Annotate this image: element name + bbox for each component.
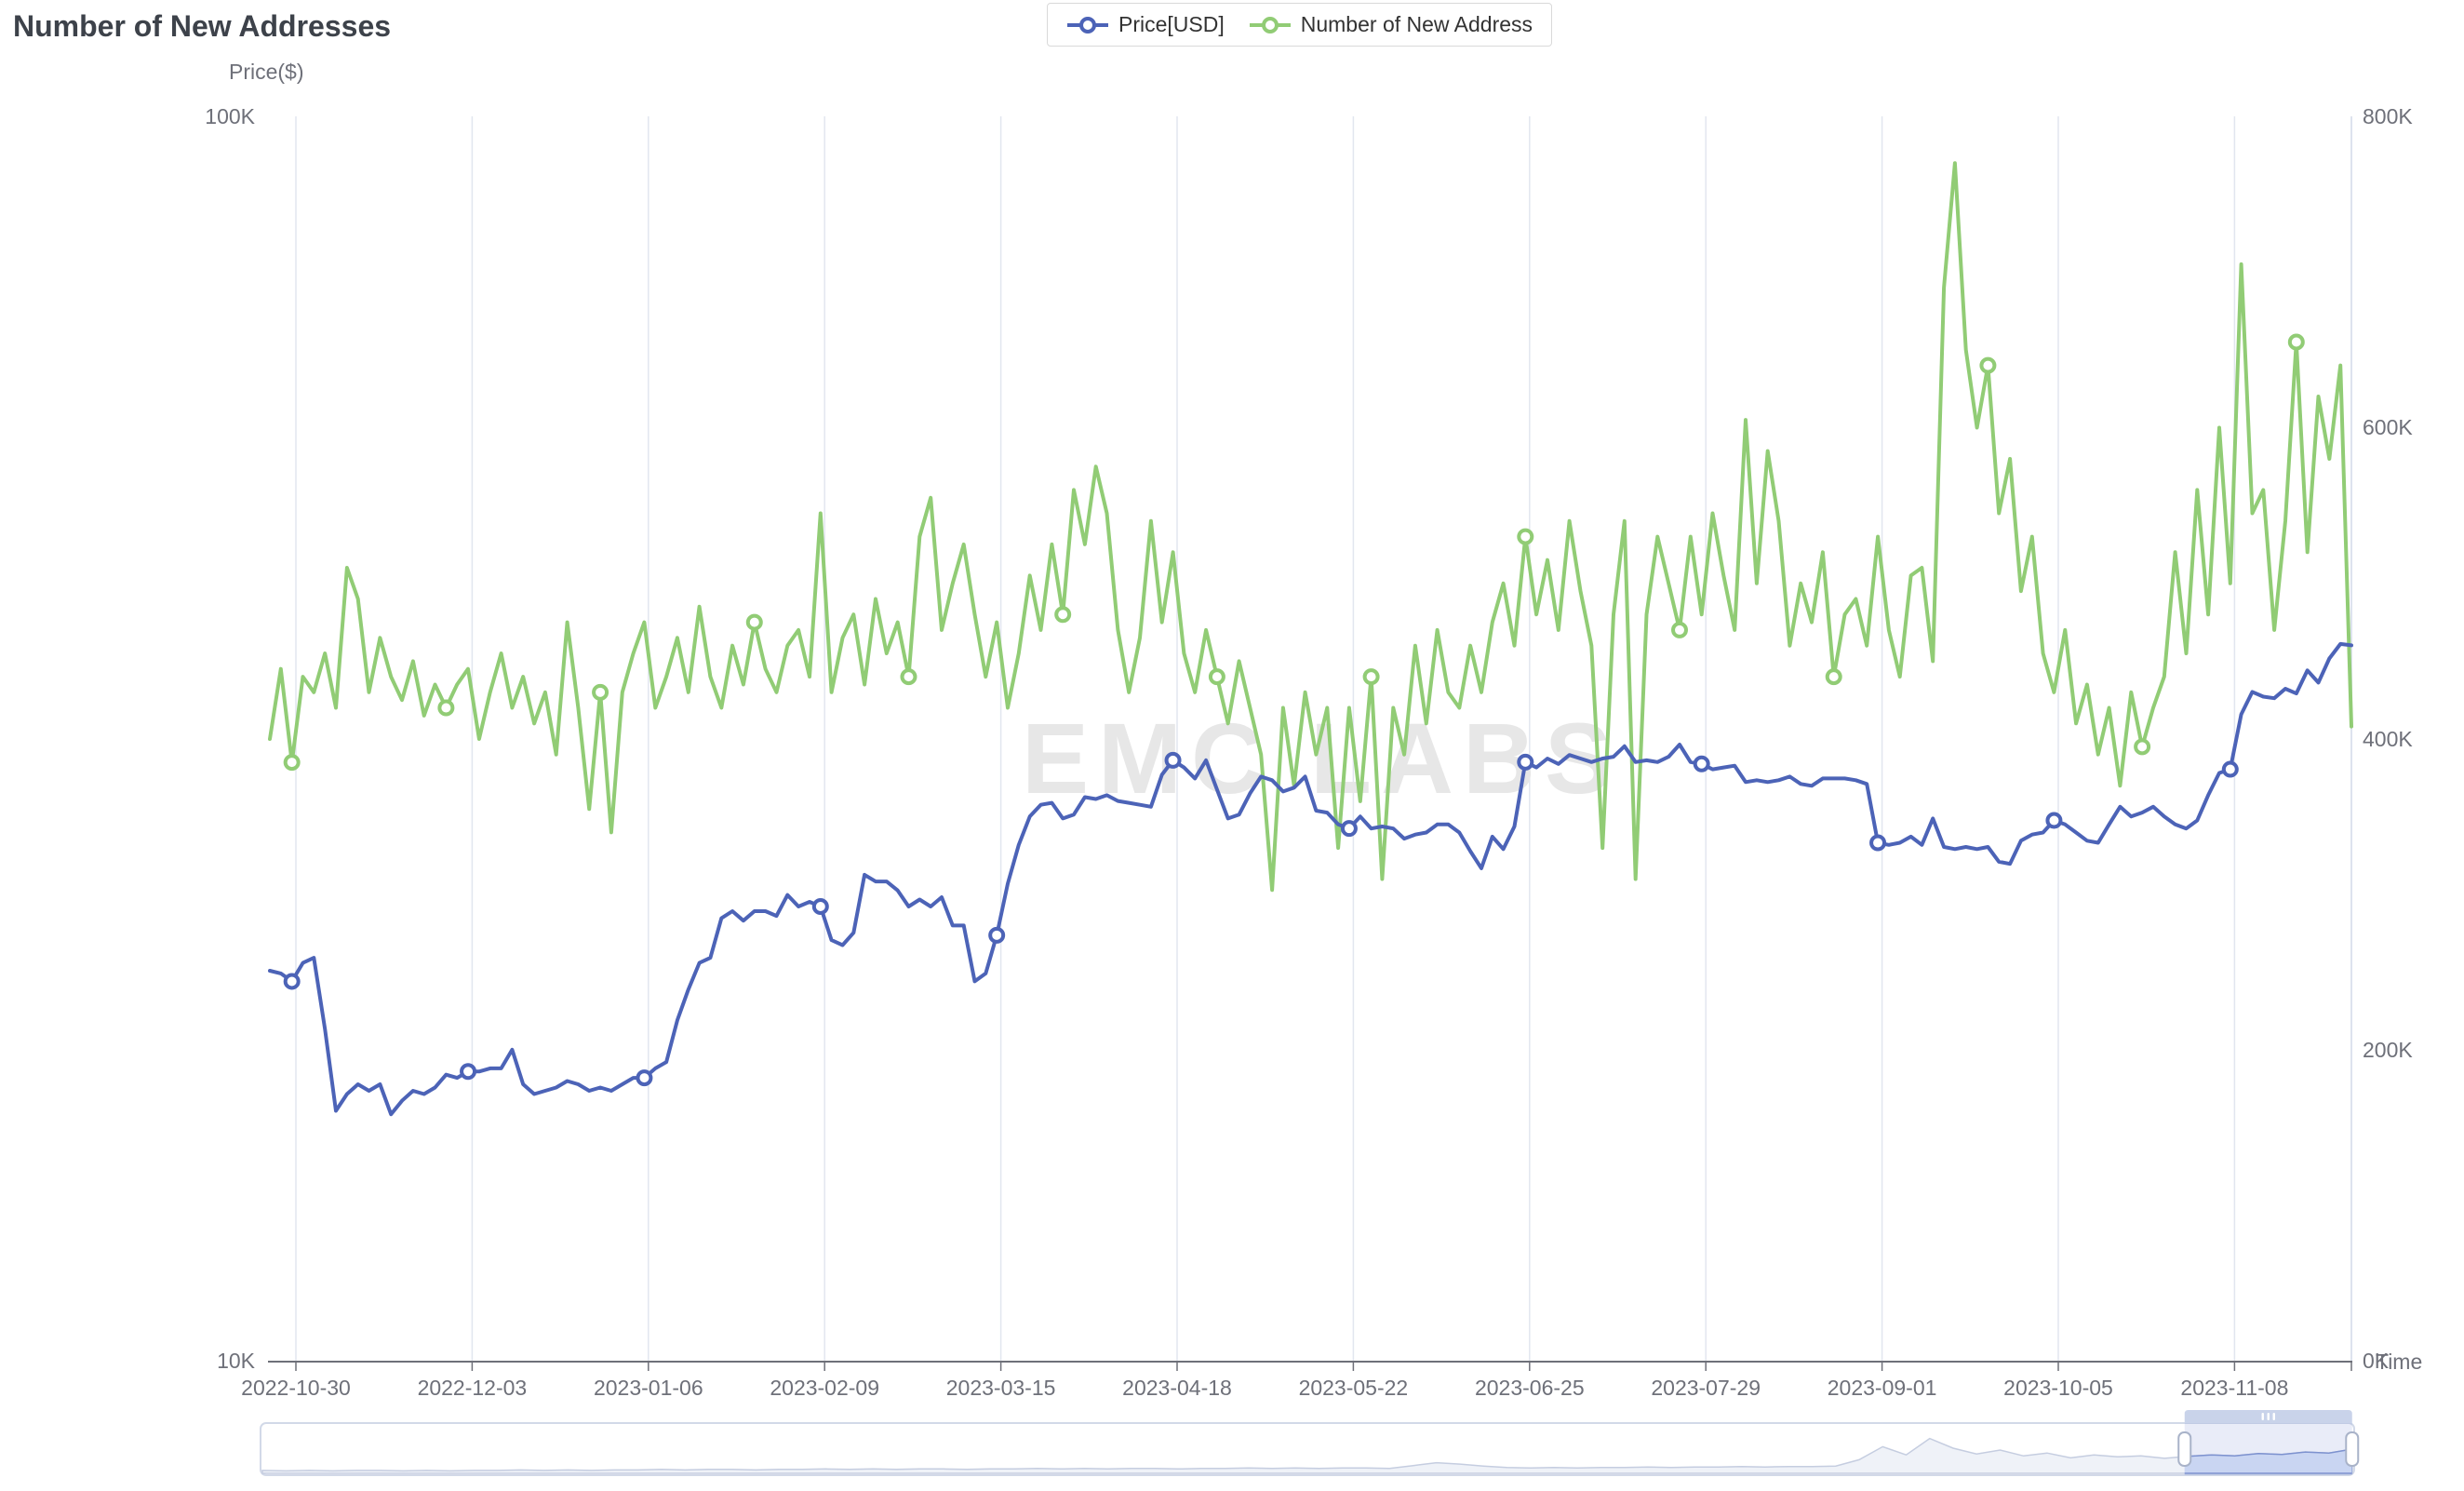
address-point-marker	[594, 686, 607, 699]
right-axis-tick-label: 400K	[2363, 727, 2413, 751]
address-point-marker	[1828, 670, 1841, 683]
x-axis-tick-label: 2023-04-18	[1122, 1376, 1232, 1400]
address-point-marker	[748, 616, 761, 629]
x-axis-tick-label: 2023-07-29	[1651, 1376, 1761, 1400]
right-axis-tick-label: 800K	[2363, 104, 2413, 128]
x-axis-name: Time	[2376, 1350, 2422, 1374]
address-point-marker	[286, 756, 299, 769]
price-point-marker	[462, 1065, 475, 1078]
x-axis-tick-label: 2023-05-22	[1299, 1376, 1409, 1400]
chart-page: Number of New Addresses Price[USD] Numbe…	[0, 0, 2464, 1491]
address-point-marker	[2136, 740, 2149, 753]
price-point-marker	[1343, 822, 1356, 835]
price-point-marker	[990, 929, 1003, 942]
price-point-marker	[814, 900, 827, 913]
x-axis-tick-label: 2023-11-08	[2180, 1376, 2288, 1400]
x-axis-tick-label: 2023-03-15	[946, 1376, 1056, 1400]
right-axis-tick-label: 600K	[2363, 415, 2413, 439]
price-point-marker	[2224, 763, 2237, 776]
address-point-marker	[1056, 608, 1069, 621]
address-point-marker	[1365, 670, 1378, 683]
x-axis-tick-label: 2023-02-09	[770, 1376, 879, 1400]
address-point-marker	[439, 702, 452, 715]
move-bar-grip-icon	[2268, 1413, 2270, 1420]
x-axis-tick-label: 2023-10-05	[2003, 1376, 2113, 1400]
x-axis-tick-label: 2023-09-01	[1828, 1376, 1937, 1400]
price-point-marker	[1167, 754, 1180, 767]
left-axis-tick-label: 100K	[205, 104, 255, 128]
right-axis-tick-label: 200K	[2363, 1038, 2413, 1062]
left-axis-tick-label: 10K	[217, 1349, 256, 1373]
address-point-marker	[2290, 336, 2303, 349]
datazoom-handle-left[interactable]	[2178, 1432, 2190, 1466]
price-point-marker	[637, 1071, 650, 1084]
address-point-marker	[1211, 670, 1224, 683]
price-point-marker	[286, 974, 299, 987]
price-point-marker	[1695, 758, 1708, 771]
price-point-marker	[2047, 814, 2060, 827]
address-point-marker	[1981, 359, 1994, 372]
price-point-marker	[1871, 837, 1884, 850]
address-point-marker	[902, 670, 915, 683]
x-axis-tick-label: 2023-01-06	[594, 1376, 703, 1400]
move-bar-grip-icon	[2273, 1413, 2275, 1420]
address-point-marker	[1673, 624, 1686, 637]
price-point-marker	[1519, 756, 1532, 769]
move-bar-grip-icon	[2262, 1413, 2264, 1420]
x-axis-tick-label: 2022-12-03	[418, 1376, 528, 1400]
x-axis-tick-label: 2023-06-25	[1475, 1376, 1585, 1400]
x-axis-tick-label: 2022-10-30	[241, 1376, 351, 1400]
datazoom-handle-right[interactable]	[2346, 1432, 2358, 1466]
chart-canvas: EMC LABS100K10K800K600K400K200K0KTime202…	[0, 0, 2464, 1491]
address-point-marker	[1519, 531, 1532, 544]
